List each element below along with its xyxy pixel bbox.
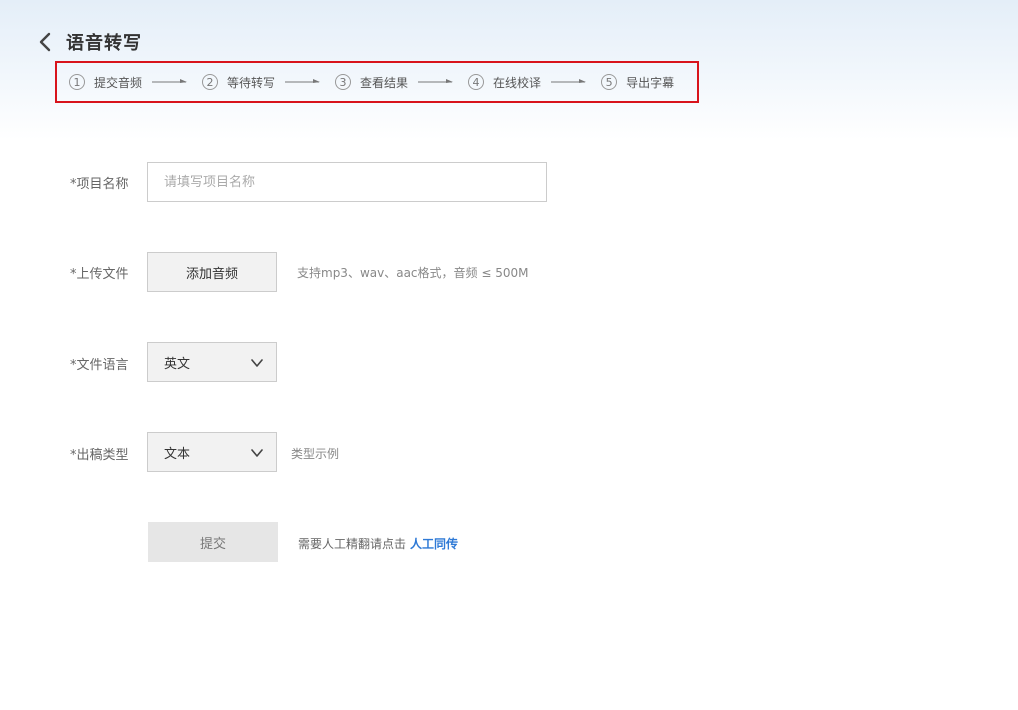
project-name-label: *项目名称	[70, 177, 129, 192]
upload-file-label: *上传文件	[70, 267, 129, 282]
add-audio-button[interactable]: 添加音频	[147, 252, 277, 292]
page-header: 语音转写	[38, 28, 142, 56]
file-language-label: *文件语言	[70, 358, 129, 373]
step-number: 1	[69, 74, 85, 90]
arrow-right-icon	[285, 78, 321, 86]
step-export-subtitles: 5 导出字幕	[601, 63, 674, 101]
step-label: 导出字幕	[626, 75, 675, 90]
file-language-select[interactable]: 英文	[147, 342, 277, 382]
progress-steps: 1 提交音频 2 等待转写 3 查看结果 4 在线校译 5 导出字幕	[55, 61, 699, 103]
back-arrow-icon[interactable]	[38, 28, 60, 56]
submit-button[interactable]: 提交	[148, 522, 278, 562]
step-number: 3	[335, 74, 352, 90]
project-name-input[interactable]	[147, 162, 547, 202]
output-type-value: 文本	[164, 446, 191, 462]
arrow-right-icon	[152, 78, 188, 86]
upload-format-hint: 支持mp3、wav、aac格式，音频 ≤ 500M	[297, 266, 529, 280]
output-type-select[interactable]: 文本	[147, 432, 277, 472]
manual-translation-text: 需要人工精翻请点击	[298, 537, 407, 551]
file-language-value: 英文	[164, 356, 191, 372]
type-example-link[interactable]: 类型示例	[291, 445, 339, 462]
step-submit-audio: 1 提交音频	[69, 63, 142, 101]
arrow-right-icon	[418, 78, 454, 86]
step-number: 2	[202, 74, 219, 90]
step-online-proofread: 4 在线校译	[468, 63, 541, 101]
chevron-down-icon	[251, 359, 263, 367]
step-number: 5	[601, 74, 618, 90]
arrow-right-icon	[551, 78, 587, 86]
step-label: 等待转写	[227, 75, 276, 90]
step-wait-transcribe: 2 等待转写	[202, 63, 275, 101]
step-number: 4	[468, 74, 485, 90]
step-label: 查看结果	[360, 75, 409, 90]
step-view-result: 3 查看结果	[335, 63, 408, 101]
page-title: 语音转写	[66, 33, 142, 54]
step-label: 提交音频	[94, 75, 143, 90]
step-label: 在线校译	[493, 75, 542, 90]
manual-interpretation-link[interactable]: 人工同传	[410, 537, 458, 551]
manual-translation-note: 需要人工精翻请点击 人工同传	[298, 535, 458, 552]
chevron-down-icon	[251, 449, 263, 457]
output-type-label: *出稿类型	[70, 448, 129, 463]
